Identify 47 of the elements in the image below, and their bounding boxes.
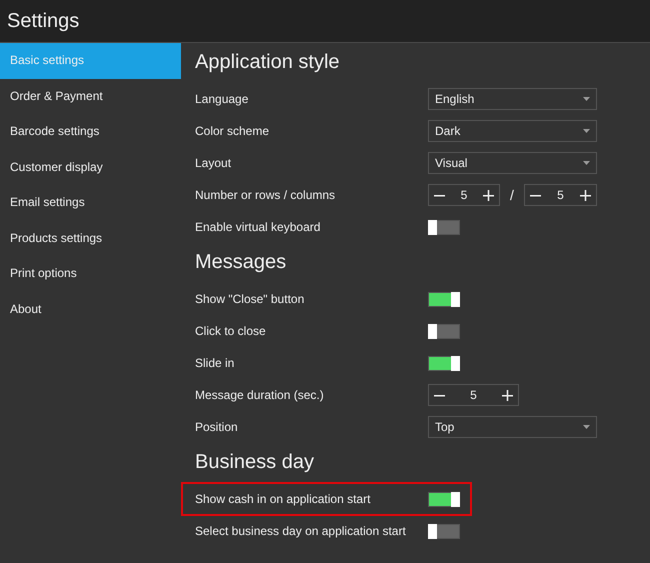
number-stepper[interactable]: 5: [428, 184, 500, 206]
toggle-switch[interactable]: [428, 292, 460, 306]
plus-icon: [483, 190, 494, 200]
setting-label: Number or rows / columns: [195, 187, 336, 204]
stepper-value: 5: [460, 187, 468, 204]
toggle-switch[interactable]: [428, 356, 460, 370]
stepper-value: 5: [470, 387, 477, 404]
caret-icon: [583, 129, 590, 133]
dropdown-field[interactable]: Top: [428, 416, 597, 438]
toggle-switch[interactable]: [428, 220, 460, 234]
dropdown-field[interactable]: Dark: [428, 120, 597, 142]
plus-icon: [502, 390, 513, 400]
setting-label: Color scheme: [195, 123, 270, 140]
caret-icon: [583, 425, 590, 429]
sidebar-item[interactable]: Products settings: [0, 220, 181, 256]
section-heading: Messages: [195, 250, 288, 275]
setting-label: Show "Close" button: [195, 291, 306, 308]
dropdown-field[interactable]: Visual: [428, 152, 597, 174]
plus-icon: [580, 190, 591, 200]
section-heading: Application style: [195, 50, 341, 75]
sidebar-item[interactable]: Barcode settings: [0, 114, 181, 150]
setting-label: Enable virtual keyboard: [195, 219, 322, 236]
dropdown-field[interactable]: English: [428, 88, 597, 110]
setting-label: Select business day on application start: [195, 523, 407, 540]
number-stepper[interactable]: 5: [524, 184, 597, 206]
setting-label: Message duration (sec.): [195, 387, 325, 404]
sidebar-item[interactable]: Order & Payment: [0, 78, 181, 114]
number-stepper[interactable]: 5: [428, 384, 519, 406]
setting-label: Language: [195, 91, 250, 108]
section-heading: Business day: [195, 450, 315, 475]
window-title: Settings: [7, 10, 80, 32]
setting-label: Click to close: [195, 323, 267, 340]
sidebar-item[interactable]: Customer display: [0, 150, 181, 185]
setting-label: Position: [195, 419, 239, 436]
setting-label: Slide in: [195, 355, 236, 372]
caret-icon: [583, 161, 590, 165]
caret-icon: [583, 97, 590, 101]
sidebar-item[interactable]: Print options: [0, 256, 181, 292]
toggle-switch[interactable]: [428, 524, 460, 538]
toggle-switch[interactable]: [428, 492, 460, 506]
sidebar-item[interactable]: Email settings: [0, 185, 181, 220]
setting-label: Show cash in on application start: [195, 491, 372, 508]
stepper-value: 5: [557, 187, 564, 204]
toggle-switch[interactable]: [428, 324, 460, 338]
setting-label: Layout: [195, 155, 232, 172]
separator-text: /: [509, 186, 515, 204]
sidebar-item[interactable]: About: [0, 292, 181, 327]
